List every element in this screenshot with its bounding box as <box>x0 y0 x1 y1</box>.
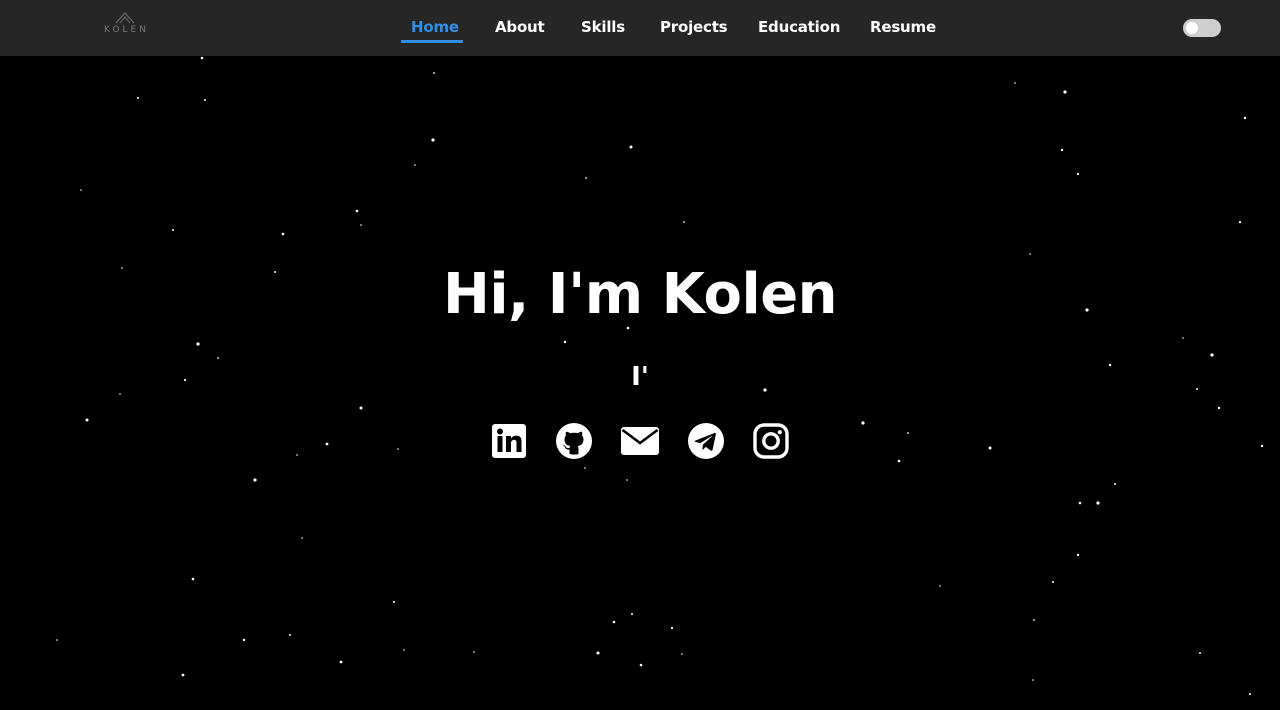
telegram-link[interactable] <box>687 422 725 460</box>
nav-item-education[interactable]: Education <box>758 18 840 36</box>
nav-item-skills[interactable]: Skills <box>581 18 625 36</box>
mountain-logo-icon <box>115 12 135 24</box>
active-nav-indicator <box>401 40 463 43</box>
github-icon <box>556 423 592 459</box>
hero-typed-text: I' <box>631 362 649 392</box>
instagram-link[interactable] <box>752 422 790 460</box>
nav-item-home[interactable]: Home <box>411 18 459 36</box>
github-link[interactable] <box>555 422 593 460</box>
navbar: KOLEN Home About Skills Projects Educati… <box>0 0 1280 56</box>
brand-logo-text: KOLEN <box>104 25 149 35</box>
nav-menu: Home About Skills Projects Education Res… <box>0 0 1280 56</box>
nav-item-resume[interactable]: Resume <box>870 18 936 36</box>
theme-toggle[interactable] <box>1183 19 1221 37</box>
nav-item-projects[interactable]: Projects <box>660 18 728 36</box>
linkedin-icon <box>492 424 526 458</box>
telegram-icon <box>688 423 724 459</box>
brand-logo[interactable]: KOLEN <box>101 12 149 40</box>
mail-icon <box>621 427 659 455</box>
social-links <box>490 422 790 462</box>
hero-section: Hi, I'm Kolen I' <box>0 56 1280 710</box>
linkedin-link[interactable] <box>490 422 528 460</box>
hero-title: Hi, I'm Kolen <box>442 262 838 327</box>
theme-toggle-knob <box>1186 22 1198 34</box>
nav-item-about[interactable]: About <box>495 18 545 36</box>
email-link[interactable] <box>621 422 659 460</box>
instagram-icon <box>753 423 789 459</box>
